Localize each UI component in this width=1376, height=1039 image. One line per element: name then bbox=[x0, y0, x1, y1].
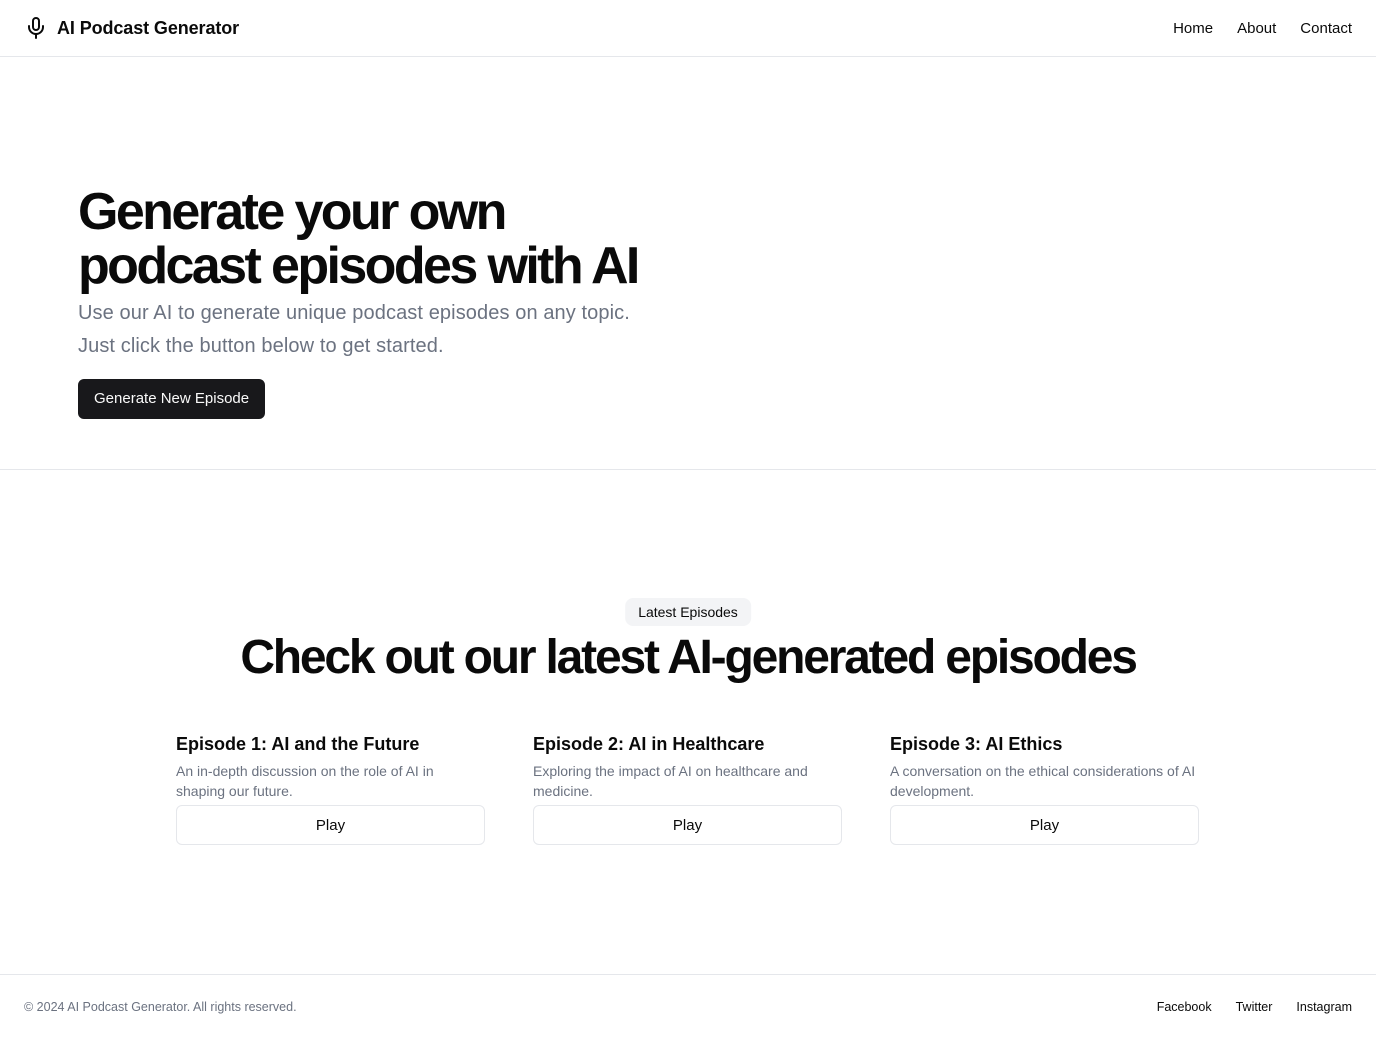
episode-card: Episode 3: AI Ethics A conversation on t… bbox=[890, 732, 1199, 845]
episode-card: Episode 2: AI in Healthcare Exploring th… bbox=[533, 732, 842, 845]
episode-title: Episode 1: AI and the Future bbox=[176, 734, 420, 754]
latest-episodes-section: Latest Episodes Check out our latest AI-… bbox=[0, 470, 1376, 974]
generate-episode-button[interactable]: Generate New Episode bbox=[78, 379, 266, 419]
episode-description: An in-depth discussion on the role of AI… bbox=[176, 763, 434, 799]
play-button[interactable]: Play bbox=[176, 805, 485, 845]
play-button[interactable]: Play bbox=[890, 805, 1199, 845]
nav-contact-link[interactable]: Contact bbox=[1300, 20, 1352, 37]
episode-title: Episode 3: AI Ethics bbox=[890, 734, 1063, 754]
site-header: AI Podcast Generator Home About Contact bbox=[0, 0, 1376, 57]
nav-about-link[interactable]: About bbox=[1237, 20, 1276, 37]
play-button[interactable]: Play bbox=[533, 805, 842, 845]
episode-description: A conversation on the ethical considerat… bbox=[890, 763, 1196, 799]
episode-title: Episode 2: AI in Healthcare bbox=[533, 734, 765, 754]
footer-twitter-link[interactable]: Twitter bbox=[1236, 1000, 1273, 1014]
hero-title: Generate your own podcast episodes with … bbox=[78, 183, 640, 295]
episode-list: Episode 1: AI and the Future An in-depth… bbox=[176, 732, 1199, 845]
episode-card: Episode 1: AI and the Future An in-depth… bbox=[176, 732, 485, 845]
hero-section: Generate your own podcast episodes with … bbox=[0, 57, 1376, 470]
main-nav: Home About Contact bbox=[1173, 20, 1352, 37]
site-footer: © 2024 AI Podcast Generator. All rights … bbox=[0, 974, 1376, 1039]
brand-link[interactable]: AI Podcast Generator bbox=[24, 16, 239, 40]
copyright-text: © 2024 AI Podcast Generator. All rights … bbox=[24, 1000, 297, 1014]
footer-facebook-link[interactable]: Facebook bbox=[1157, 1000, 1212, 1014]
footer-nav: Facebook Twitter Instagram bbox=[1157, 1000, 1352, 1014]
brand-name: AI Podcast Generator bbox=[57, 17, 240, 38]
latest-episodes-badge: Latest Episodes bbox=[625, 598, 751, 626]
hero-content: Generate your own podcast episodes with … bbox=[78, 185, 648, 419]
microphone-icon bbox=[24, 16, 48, 40]
section-title: Check out our latest AI-generated episod… bbox=[240, 631, 1138, 684]
nav-home-link[interactable]: Home bbox=[1173, 20, 1213, 37]
footer-instagram-link[interactable]: Instagram bbox=[1296, 1000, 1352, 1014]
episode-description: Exploring the impact of AI on healthcare… bbox=[533, 763, 808, 799]
hero-subtitle: Use our AI to generate unique podcast ep… bbox=[78, 302, 630, 357]
